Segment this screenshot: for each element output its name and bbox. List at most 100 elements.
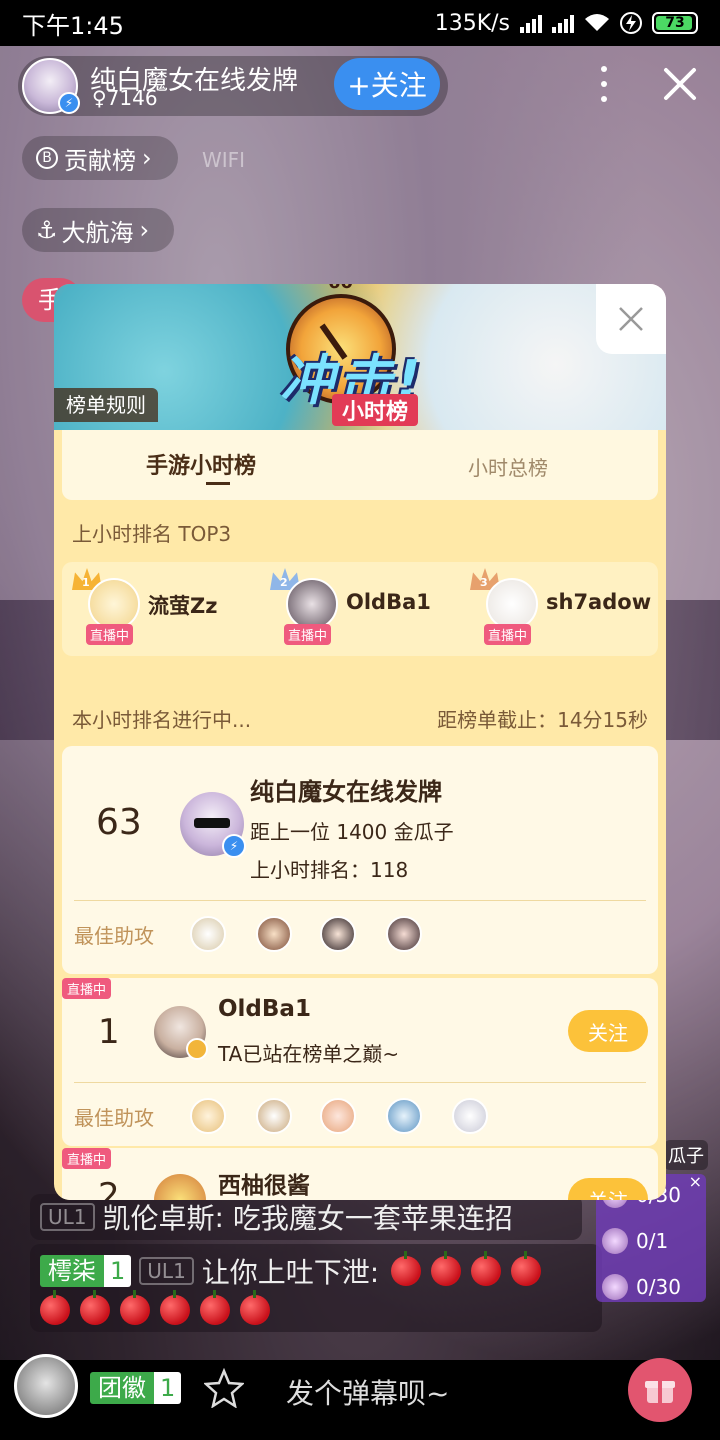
task-icon xyxy=(602,1228,628,1254)
live-badge: 直播中 xyxy=(86,624,134,645)
user-level-badge: UL1 xyxy=(139,1257,194,1285)
team-medal[interactable]: 团徽 1 xyxy=(90,1372,182,1404)
viewer-count: ♀7146 xyxy=(92,86,158,110)
chat-user[interactable]: 凯伦卓斯 xyxy=(103,1197,215,1237)
apple-emoji-icon xyxy=(40,1290,70,1325)
row-rank: 2 xyxy=(98,1176,120,1200)
danmu-input[interactable]: 发个弹幕呗~ xyxy=(286,1372,449,1412)
row-name: 西柚很酱 xyxy=(218,1173,310,1199)
verified-icon: ⚡ xyxy=(222,834,246,858)
row-follow-button[interactable]: 关注 xyxy=(568,1010,648,1052)
gift-button[interactable] xyxy=(628,1358,692,1422)
close-icon[interactable]: × xyxy=(689,1172,702,1191)
modal-close-button[interactable] xyxy=(596,284,666,354)
live-badge: 直播中 xyxy=(62,978,112,999)
rank-row[interactable]: 直播中 2 西柚很酱 关注 xyxy=(62,1148,658,1200)
self-rank: 63 xyxy=(96,802,142,843)
chevron-right-icon: › xyxy=(142,144,152,172)
apple-emoji-icon xyxy=(511,1251,542,1286)
apple-emoji-icon xyxy=(240,1290,270,1325)
chat-message: UL1 凯伦卓斯: 吃我魔女一套苹果连招 xyxy=(30,1194,582,1240)
network-speed: 135K/s xyxy=(434,10,510,36)
apple-emoji-icon xyxy=(200,1290,230,1325)
divider xyxy=(74,900,646,901)
helper-avatar[interactable] xyxy=(452,1098,488,1134)
navigation-button[interactable]: ⚓ 大航海 › xyxy=(22,208,174,252)
signal-icon-2 xyxy=(552,13,574,33)
rank-row[interactable]: 直播中 1 OldBa1 TA已站在榜单之巅~ 关注 最佳助攻 xyxy=(62,978,658,1146)
apple-emoji-icon xyxy=(431,1251,462,1286)
gua-label: 瓜子 xyxy=(664,1140,708,1170)
top3-item[interactable]: 2 直播中 OldBa1 xyxy=(270,568,460,648)
helper-avatar[interactable] xyxy=(256,1098,292,1134)
helper-avatar[interactable] xyxy=(190,1098,226,1134)
avatar xyxy=(486,578,538,630)
helper-avatar[interactable] xyxy=(386,916,422,952)
helper-avatar[interactable] xyxy=(320,1098,356,1134)
apple-emoji-icon xyxy=(471,1251,502,1286)
user-avatar[interactable] xyxy=(14,1354,78,1418)
chat-text: 吃我魔女一套苹果连招 xyxy=(232,1202,513,1235)
tab-hourly-total[interactable]: 小时总榜 xyxy=(468,452,548,481)
tab-bar: 手游小时榜 小时总榜 xyxy=(62,430,658,500)
task-value: 0/1 xyxy=(636,1229,669,1253)
charging-icon xyxy=(620,12,642,34)
rules-button[interactable]: 榜单规则 xyxy=(54,388,158,422)
wifi-label: WIFI xyxy=(202,148,246,172)
row-rank: 1 xyxy=(98,1012,120,1052)
self-rank-card: 63 ⚡ 纯白魔女在线发牌 距上一位 1400 金瓜子 上小时排名：118 最佳… xyxy=(62,746,658,974)
close-icon xyxy=(619,307,643,331)
battery-icon: 73 xyxy=(652,12,698,34)
row-avatar[interactable] xyxy=(154,1174,206,1200)
row-note: TA已站在榜单之巅~ xyxy=(218,1042,400,1066)
more-options-icon[interactable] xyxy=(596,66,612,102)
helper-avatar[interactable] xyxy=(190,916,226,952)
live-badge: 直播中 xyxy=(284,624,332,645)
assist-label: 最佳助攻 xyxy=(74,924,154,948)
contrib-label: 贡献榜 xyxy=(64,146,136,175)
live-badge: 直播中 xyxy=(484,624,532,645)
self-gap: 距上一位 1400 金瓜子 xyxy=(250,820,454,844)
gift-icon xyxy=(645,1381,675,1403)
apple-emoji-icon xyxy=(391,1251,422,1286)
top3-name: 流萤Zz xyxy=(148,594,218,618)
apple-emoji-icon xyxy=(120,1290,150,1325)
self-avatar[interactable]: ⚡ xyxy=(180,792,246,858)
row-avatar[interactable] xyxy=(154,1006,208,1060)
helper-avatar[interactable] xyxy=(256,916,292,952)
deadline-countdown: 距榜单截止：14分15秒 xyxy=(437,708,648,732)
star-icon[interactable] xyxy=(204,1368,244,1408)
user-level-badge: UL1 xyxy=(40,1203,95,1231)
helper-avatar[interactable] xyxy=(386,1098,422,1134)
top3-item[interactable]: 3 直播中 sh7adow xyxy=(470,568,660,648)
tab-underline xyxy=(206,482,230,485)
signal-icon xyxy=(520,13,542,33)
contribution-rank-button[interactable]: B 贡献榜 › xyxy=(22,136,178,180)
row-follow-button[interactable]: 关注 xyxy=(568,1178,648,1200)
divider xyxy=(74,1082,646,1083)
verified-icon xyxy=(186,1038,208,1060)
helper-avatar[interactable] xyxy=(320,916,356,952)
fan-medal: 樗柒 1 xyxy=(40,1255,132,1287)
tab-mobile-hourly[interactable]: 手游小时榜 xyxy=(146,448,256,480)
anchor-icon: ⚓ xyxy=(36,216,58,244)
self-last-rank: 上小时排名：118 xyxy=(250,858,409,882)
top3-name: sh7adow xyxy=(546,590,652,614)
nav-label: 大航海 xyxy=(61,218,134,247)
close-icon[interactable] xyxy=(660,64,700,104)
person-icon: ♀ xyxy=(92,86,107,110)
task-icon xyxy=(602,1274,628,1300)
follow-button[interactable]: +关注 xyxy=(334,58,440,110)
top3-card: 1 直播中 流萤Zz 2 直播中 OldBa1 3 直播中 sh7adow xyxy=(62,562,658,656)
progress-label: 本小时排名进行中... xyxy=(72,708,252,732)
status-time: 下午1:45 xyxy=(22,11,124,40)
assist-label: 最佳助攻 xyxy=(74,1106,154,1130)
live-badge: 直播中 xyxy=(62,1148,112,1169)
top3-label: 上小时排名 TOP3 xyxy=(72,522,232,546)
verified-icon: ⚡ xyxy=(58,92,80,114)
self-name: 纯白魔女在线发牌 xyxy=(250,778,442,806)
host-avatar[interactable]: ⚡ xyxy=(22,58,80,114)
task-value: 0/30 xyxy=(636,1275,681,1299)
apple-emoji-icon xyxy=(160,1290,190,1325)
top3-item[interactable]: 1 直播中 流萤Zz xyxy=(72,568,262,648)
